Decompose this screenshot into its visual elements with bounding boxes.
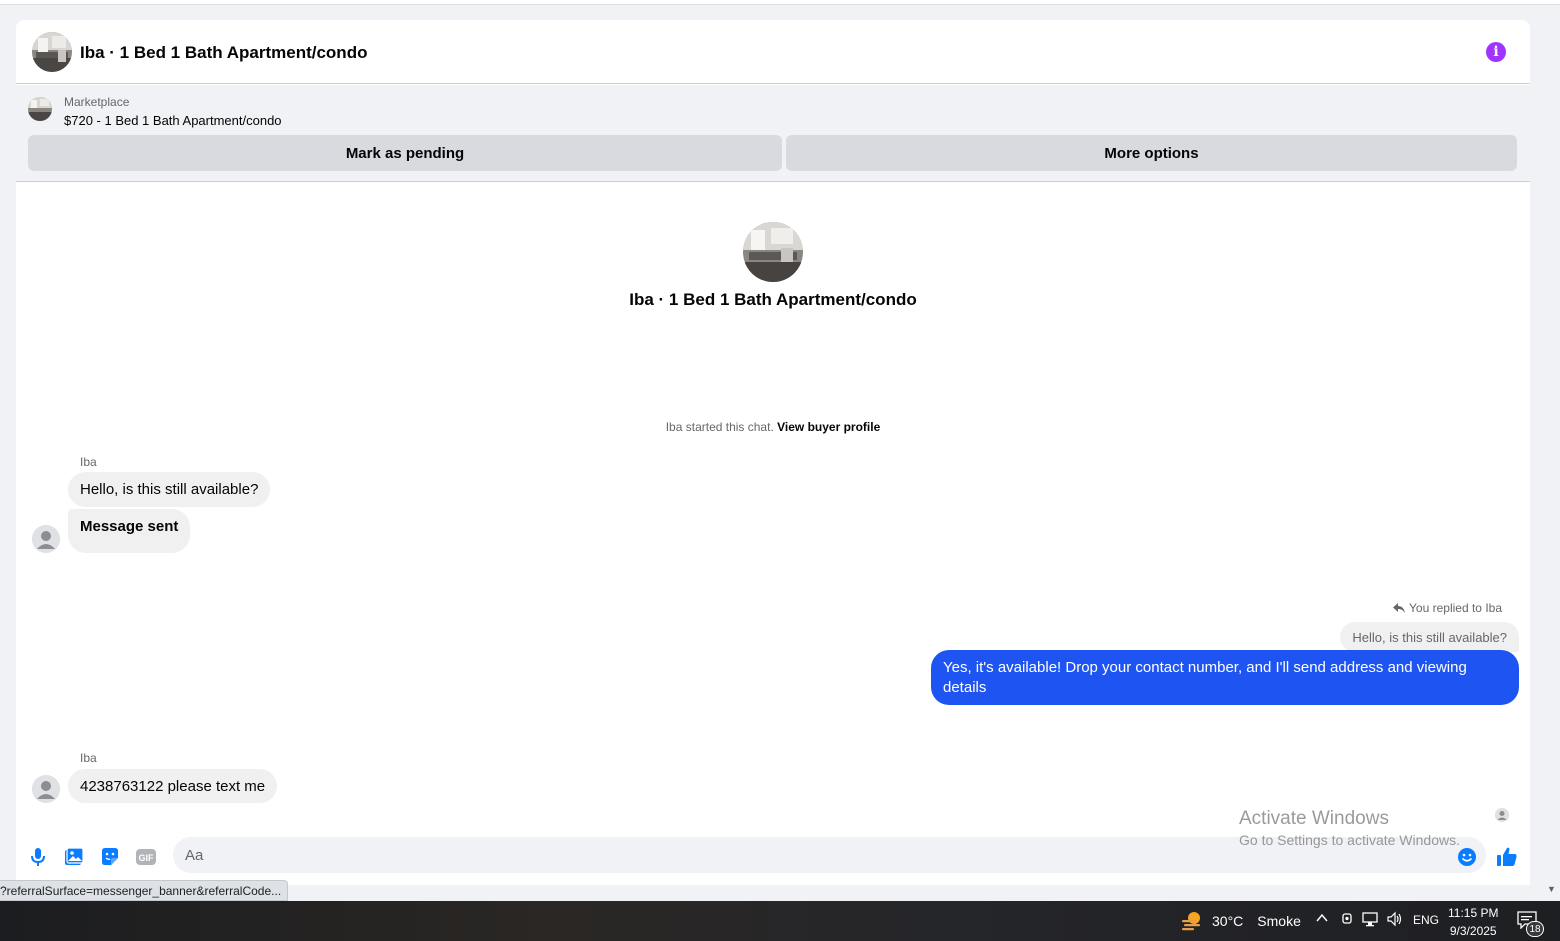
- volume-icon[interactable]: [1386, 911, 1404, 930]
- message-sent-bubble[interactable]: Message sent: [68, 509, 191, 553]
- reply-arrow-icon: [1393, 603, 1406, 613]
- activate-windows-watermark: Activate Windows Go to Settings to activ…: [1239, 808, 1460, 848]
- sticker-icon[interactable]: [98, 845, 122, 869]
- emoji-icon[interactable]: [1455, 845, 1479, 869]
- marketplace-banner: Marketplace $720 - 1 Bed 1 Bath Apartmen…: [16, 85, 1530, 182]
- microphone-icon[interactable]: [26, 845, 50, 869]
- info-icon[interactable]: i: [1486, 42, 1506, 62]
- gif-icon[interactable]: GIF: [134, 845, 158, 869]
- weather-condition: Smoke: [1257, 913, 1301, 929]
- windows-taskbar: 30°C Smoke ENG 11:15 PM 9/3/2025 18: [0, 901, 1560, 941]
- taskbar-clock[interactable]: 11:15 PM 9/3/2025: [1448, 904, 1498, 940]
- mark-as-pending-button[interactable]: Mark as pending: [28, 135, 782, 171]
- default-user-icon: [32, 775, 60, 803]
- outgoing-message[interactable]: Yes, it's available! Drop your contact n…: [931, 650, 1519, 705]
- sender-name: Iba: [80, 751, 97, 765]
- chat-started-note: Iba started this chat. View buyer profil…: [16, 420, 1530, 434]
- listing-title[interactable]: $720 - 1 Bed 1 Bath Apartment/condo: [64, 113, 282, 128]
- temperature: 30°C: [1212, 913, 1244, 929]
- started-text: Iba started this chat.: [665, 420, 774, 434]
- notification-count-badge: 18: [1526, 921, 1544, 937]
- smoke-weather-icon: [1182, 912, 1200, 931]
- show-hidden-icons-chevron-icon[interactable]: [1315, 911, 1329, 928]
- view-buyer-profile-link[interactable]: View buyer profile: [777, 420, 880, 434]
- default-user-icon: [32, 525, 60, 553]
- watermark-subtitle: Go to Settings to activate Windows.: [1239, 832, 1460, 848]
- replied-label: You replied to Iba: [1409, 601, 1502, 615]
- incoming-message[interactable]: 4238763122 please text me: [68, 769, 278, 803]
- chat-panel: Iba · 1 Bed 1 Bath Apartment/condo i Mar…: [16, 20, 1530, 885]
- scroll-down-arrow-icon[interactable]: ▼: [1547, 884, 1556, 894]
- quoted-message[interactable]: Hello, is this still available?: [1340, 622, 1519, 652]
- chat-title[interactable]: Iba · 1 Bed 1 Bath Apartment/condo: [80, 43, 367, 63]
- clock-date: 9/3/2025: [1449, 924, 1497, 938]
- buyer-avatar[interactable]: [32, 775, 60, 803]
- like-icon[interactable]: [1495, 845, 1519, 869]
- buyer-avatar[interactable]: [32, 525, 60, 553]
- chat-header: Iba · 1 Bed 1 Bath Apartment/condo i: [16, 20, 1530, 84]
- browser-top-edge: [0, 0, 1560, 5]
- weather-widget[interactable]: 30°C Smoke: [1180, 910, 1301, 932]
- listing-thumbnail[interactable]: [28, 97, 52, 121]
- photo-icon[interactable]: [62, 845, 86, 869]
- link-status-bar: ?referralSurface=messenger_banner&referr…: [0, 880, 289, 901]
- read-receipt-avatar: [1495, 808, 1509, 822]
- intro-listing-avatar[interactable]: [743, 222, 803, 282]
- meet-now-icon[interactable]: [1340, 911, 1354, 930]
- intro-title: Iba · 1 Bed 1 Bath Apartment/condo: [629, 290, 917, 309]
- watermark-title: Activate Windows: [1239, 808, 1389, 829]
- incoming-message[interactable]: Hello, is this still available?: [68, 472, 271, 507]
- more-options-button[interactable]: More options: [786, 135, 1517, 171]
- network-icon[interactable]: [1362, 911, 1380, 930]
- language-indicator[interactable]: ENG: [1413, 913, 1439, 927]
- marketplace-label: Marketplace: [64, 95, 130, 109]
- clock-time: 11:15 PM: [1448, 906, 1499, 920]
- gif-label: GIF: [139, 853, 155, 863]
- listing-avatar[interactable]: [32, 32, 72, 72]
- sender-name: Iba: [80, 455, 97, 469]
- reply-indicator: You replied to Iba: [1393, 601, 1502, 615]
